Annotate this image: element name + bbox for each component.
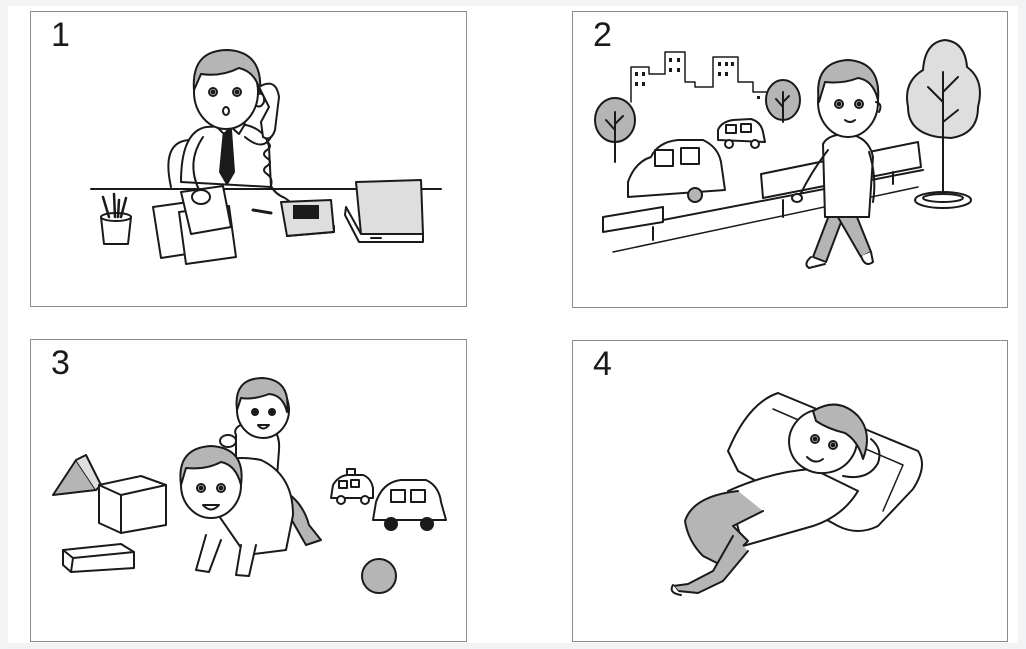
panel-2: 2 <box>572 11 1008 308</box>
panel-4: 4 <box>572 340 1008 642</box>
panel-3: 3 <box>30 339 467 642</box>
illustration-sheet: 1 2 3 4 <box>8 6 1018 643</box>
play-scene-illustration <box>52 377 447 594</box>
resting-scene-illustration <box>670 392 923 596</box>
panel-1: 1 <box>30 11 467 307</box>
office-scene-illustration <box>90 49 442 265</box>
walking-scene-illustration <box>594 39 981 269</box>
